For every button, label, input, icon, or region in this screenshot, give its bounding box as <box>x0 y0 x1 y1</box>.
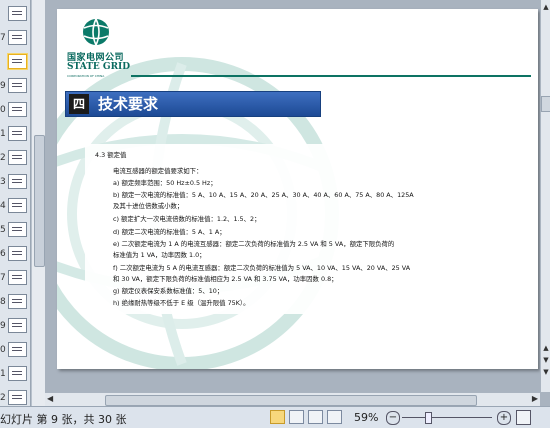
slide-thumbnail[interactable]: 8 <box>0 291 30 313</box>
slide-thumbnail-image <box>8 294 27 309</box>
slide-thumbnail-image <box>8 78 27 93</box>
globe-icon <box>83 18 109 46</box>
slide-thumbnail-pane: 7901234567890123 <box>0 0 31 410</box>
slideshow-view-button[interactable] <box>327 410 342 424</box>
content-line: a) 额定频率范围：50 Hz±0.5 Hz； <box>113 179 217 187</box>
slide-sorter-view-button[interactable] <box>289 410 304 424</box>
zoom-slider-handle[interactable] <box>425 412 432 424</box>
slide-thumbnail-image <box>8 174 27 189</box>
slide-thumbnail-image <box>8 54 27 69</box>
zoom-out-button[interactable]: − <box>386 411 400 425</box>
content-line: 标准值为 1 VA，功率因数 1.0； <box>113 251 206 259</box>
content-line: 电流互感器的额定值要求如下： <box>113 167 203 175</box>
vertical-scrollbar[interactable]: ▲ ▲ ▼ ▼ <box>540 0 550 392</box>
content-line: h) 绝缘耐热等级不低于 E 级（温升限值 75K）。 <box>113 299 250 307</box>
slide-thumbnail-number: 5 <box>0 225 6 235</box>
reading-view-button[interactable] <box>308 410 323 424</box>
slide-thumbnail-number: 3 <box>0 177 6 187</box>
slide-thumbnail-image <box>8 246 27 261</box>
section-title: 技术要求 <box>98 95 159 113</box>
slide-thumbnail-number: 7 <box>0 33 6 43</box>
content-line: d) 额定二次电流的标准值：5 A、1 A； <box>113 228 226 236</box>
content-line: c) 额定扩大一次电流倍数的标准值：1.2、1.5、2； <box>113 215 261 223</box>
slide-thumbnail-number: 7 <box>0 273 6 283</box>
content-line: 和 30 VA，额定下限负荷的标准值相应为 2.5 VA 和 3.75 VA，功… <box>113 275 338 283</box>
zoom-slider-track[interactable] <box>402 417 492 418</box>
slide-count: 幻灯片 第 9 张，共 30 张 <box>0 413 127 426</box>
content-line: f) 二次额定电流为 5 A 的电流互感器：额定二次负荷的标准值为 5 VA、1… <box>113 264 411 272</box>
slide-thumbnail-number: 2 <box>0 153 6 163</box>
content-line: b) 额定一次电流的标准值：5 A、10 A、15 A、20 A、25 A、30… <box>113 191 414 199</box>
header-rule <box>131 75 531 77</box>
logo-name-en: STATE GRID <box>67 62 131 72</box>
slide-thumbnail-image <box>8 318 27 333</box>
slide-thumbnail-number: 6 <box>0 249 6 259</box>
content-line: 及其十进位倍数或小数； <box>113 202 184 210</box>
slide-thumbnail-image <box>8 270 27 285</box>
slide-thumbnail[interactable]: 5 <box>0 219 30 241</box>
slide-thumbnail-image <box>8 30 27 45</box>
normal-view-button[interactable] <box>270 410 285 424</box>
section-heading-bar: 四 技术要求 <box>65 91 321 117</box>
content-line: g) 额定仪表保安系数标准值：5、10； <box>113 287 224 295</box>
fit-to-window-button[interactable] <box>516 410 531 425</box>
slide-canvas[interactable]: 国家电网公司 STATE GRID CORPORATION OF CHINA 四… <box>57 9 538 369</box>
slide-thumbnail-number: 8 <box>0 297 6 307</box>
vertical-scrollbar-thumb[interactable] <box>541 96 550 112</box>
content-line: e) 二次额定电流为 1 A 的电流互感器：额定二次负荷的标准值为 2.5 VA… <box>113 240 395 248</box>
state-grid-logo: 国家电网公司 STATE GRID CORPORATION OF CHINA <box>67 17 147 79</box>
next-slide-icon[interactable]: ▼ <box>541 367 550 377</box>
slide-thumbnail[interactable] <box>0 3 30 25</box>
scroll-right-arrow-icon[interactable]: ▶ <box>532 394 538 403</box>
slide-thumbnail-image <box>8 126 27 141</box>
slide-thumbnail[interactable]: 6 <box>0 243 30 265</box>
slide-thumbnail-image <box>8 150 27 165</box>
slide-thumbnail-image <box>8 390 27 405</box>
slide-thumbnail-number: 2 <box>0 393 6 403</box>
scroll-left-arrow-icon[interactable]: ◀ <box>47 394 53 403</box>
previous-slide-icon[interactable]: ▲ <box>541 343 550 353</box>
slide-thumbnail-image <box>8 6 27 21</box>
slide-thumbnail-image <box>8 198 27 213</box>
slide-thumbnail-number: 4 <box>0 201 6 211</box>
slide-thumbnail[interactable]: 3 <box>0 171 30 193</box>
thumbnail-scrollbar[interactable] <box>31 0 45 410</box>
slide-thumbnail[interactable]: 9 <box>0 75 30 97</box>
slide-thumbnail-number: 0 <box>0 345 6 355</box>
thumbnail-scrollbar-thumb[interactable] <box>34 135 45 267</box>
horizontal-scrollbar[interactable]: ◀ ▶ <box>45 392 540 407</box>
section-subheading: 4.3 额定值 <box>95 151 127 159</box>
logo-subtitle: CORPORATION OF CHINA <box>67 74 105 78</box>
slide-thumbnail-image <box>8 102 27 117</box>
slide-thumbnail[interactable]: 7 <box>0 267 30 289</box>
section-number: 四 <box>69 94 89 114</box>
status-bar: 幻灯片 第 9 张，共 30 张 59% − + <box>0 406 550 428</box>
scroll-up-arrow-icon[interactable]: ▲ <box>541 2 550 12</box>
slide-thumbnail-number: 1 <box>0 129 6 139</box>
slide-thumbnail[interactable] <box>0 51 30 73</box>
slide-thumbnail[interactable]: 7 <box>0 27 30 49</box>
view-buttons <box>270 410 346 424</box>
slide-thumbnail[interactable]: 0 <box>0 99 30 121</box>
zoom-level[interactable]: 59% <box>354 411 378 424</box>
content-text-box[interactable]: 4.3 额定值 电流互感器的额定值要求如下： a) 额定频率范围：50 Hz±0… <box>85 144 485 314</box>
slide-thumbnail-image <box>8 366 27 381</box>
horizontal-scrollbar-thumb[interactable] <box>105 395 477 406</box>
scroll-down-arrow-icon[interactable]: ▼ <box>541 355 550 365</box>
slide-thumbnail[interactable]: 0 <box>0 339 30 361</box>
slide-thumbnail[interactable]: 1 <box>0 363 30 385</box>
slide-thumbnail-number: 1 <box>0 369 6 379</box>
slide-thumbnail-number: 9 <box>0 321 6 331</box>
slide-thumbnail[interactable]: 1 <box>0 123 30 145</box>
slide-thumbnail[interactable]: 2 <box>0 147 30 169</box>
slide-thumbnail[interactable]: 9 <box>0 315 30 337</box>
slide-thumbnail-number: 9 <box>0 81 6 91</box>
slide-thumbnail-number: 0 <box>0 105 6 115</box>
slide-thumbnail-image <box>8 342 27 357</box>
zoom-in-button[interactable]: + <box>497 411 511 425</box>
slide-thumbnail[interactable]: 4 <box>0 195 30 217</box>
slide-thumbnail-image <box>8 222 27 237</box>
